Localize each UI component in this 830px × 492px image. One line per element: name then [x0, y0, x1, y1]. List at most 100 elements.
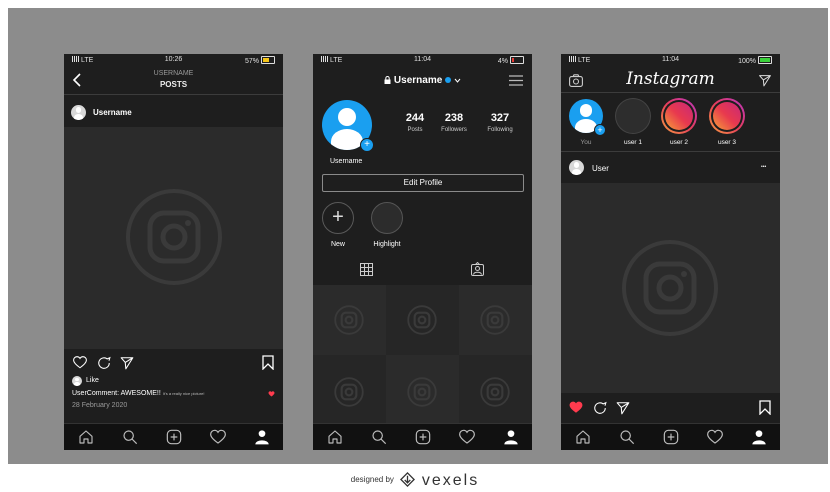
grid-view-icon[interactable] — [360, 263, 373, 276]
like-avatar — [72, 376, 82, 386]
divider — [64, 94, 283, 95]
divider — [561, 92, 780, 93]
instagram-placeholder-icon — [407, 305, 437, 335]
stat-followers-label: Followers — [441, 127, 467, 133]
story-user2-ring[interactable] — [661, 98, 697, 134]
instagram-placeholder-icon — [407, 377, 437, 407]
post-avatar[interactable] — [71, 105, 86, 120]
add-post-icon[interactable] — [166, 429, 182, 445]
likes-label[interactable]: Like — [86, 377, 99, 384]
battery-percent: 100% — [738, 58, 756, 65]
share-icon[interactable] — [616, 401, 630, 415]
post-username[interactable]: Username — [93, 108, 132, 117]
tagged-photos-icon[interactable] — [471, 262, 484, 276]
bookmark-icon[interactable] — [759, 400, 771, 415]
vexels-brand[interactable]: vexels — [422, 472, 479, 489]
post-username[interactable]: User — [592, 164, 609, 173]
story-label-user1: user 1 — [623, 139, 643, 146]
activity-heart-icon[interactable] — [459, 429, 475, 445]
direct-message-icon[interactable] — [758, 74, 772, 87]
bottom-tab-bar — [64, 423, 283, 450]
stat-following-label: Following — [487, 127, 513, 133]
status-bar: LTE 11:04 4% — [313, 54, 532, 65]
story-user1[interactable] — [616, 99, 650, 133]
chevron-down-icon — [454, 78, 461, 83]
highlight-new-label: New — [330, 241, 345, 248]
search-icon[interactable] — [619, 429, 635, 445]
verified-badge-icon — [445, 77, 452, 83]
story-label-you: You — [580, 139, 592, 146]
add-post-icon[interactable] — [663, 429, 679, 445]
comment-icon[interactable] — [97, 356, 111, 370]
comment-user[interactable]: User — [72, 390, 87, 397]
post-image[interactable] — [561, 183, 780, 393]
story-label-user3: user 3 — [717, 139, 737, 146]
profile-icon[interactable] — [751, 429, 767, 445]
activity-heart-icon[interactable] — [707, 429, 723, 445]
instagram-placeholder-icon — [334, 305, 364, 335]
instagram-placeholder-icon — [126, 189, 222, 285]
battery-icon — [261, 56, 275, 64]
comment-small: It's a really nice picture! — [162, 391, 205, 396]
story-user3-ring[interactable] — [709, 98, 745, 134]
footer-credit: designed by vexels — [0, 472, 830, 490]
more-options-icon[interactable]: ••• — [761, 164, 766, 170]
new-highlight-button[interactable]: + — [322, 202, 354, 234]
add-post-icon[interactable] — [415, 429, 431, 445]
divider — [561, 151, 780, 152]
home-icon[interactable] — [575, 429, 591, 445]
share-icon[interactable] — [120, 356, 134, 370]
header-title: POSTS — [159, 80, 188, 89]
instagram-placeholder-icon — [480, 377, 510, 407]
profile-icon[interactable] — [503, 429, 519, 445]
bookmark-icon[interactable] — [262, 355, 274, 370]
bottom-tab-bar — [561, 423, 780, 450]
bottom-tab-bar — [313, 423, 532, 450]
battery-icon — [510, 56, 524, 64]
battery-indicator: 100% — [738, 56, 772, 65]
battery-percent: 57% — [244, 58, 259, 65]
phone-feed-screen: LTE 11:04 100% Instagram + You user 1 us… — [561, 54, 780, 450]
highlight-label: Highlight — [373, 241, 401, 248]
like-heart-icon[interactable] — [73, 356, 87, 369]
profile-name: Username — [330, 158, 363, 165]
header-username: Username — [393, 75, 443, 86]
profile-header[interactable]: Username — [313, 75, 532, 86]
lock-icon — [384, 76, 391, 84]
search-icon[interactable] — [122, 429, 138, 445]
post-image[interactable] — [64, 127, 283, 349]
edit-profile-button[interactable]: Edit Profile — [322, 174, 524, 192]
comment-icon[interactable] — [593, 401, 607, 415]
profile-icon[interactable] — [254, 429, 270, 445]
home-icon[interactable] — [327, 429, 343, 445]
activity-heart-icon[interactable] — [210, 429, 226, 445]
stat-following-value[interactable]: 327 — [480, 112, 520, 124]
instagram-logo: Instagram — [626, 69, 715, 89]
home-icon[interactable] — [78, 429, 94, 445]
stat-followers-value[interactable]: 238 — [434, 112, 474, 124]
add-story-plus-icon[interactable]: + — [360, 138, 374, 152]
instagram-placeholder-icon — [334, 377, 364, 407]
vexels-logo-icon — [400, 472, 416, 487]
battery-indicator: 57% — [245, 56, 275, 65]
status-bar: LTE 10:26 57% — [64, 54, 283, 65]
menu-icon[interactable] — [509, 75, 523, 86]
phone-posts-screen: LTE 10:26 57% USERNAME POSTS Username Li… — [64, 54, 283, 450]
battery-icon — [758, 56, 772, 64]
liked-heart-icon[interactable] — [569, 401, 583, 414]
battery-indicator: 4% — [498, 56, 524, 65]
status-bar: LTE 11:04 100% — [561, 54, 780, 65]
add-story-plus-icon[interactable]: + — [594, 124, 606, 136]
stat-posts-value[interactable]: 244 — [395, 112, 435, 124]
designed-by-label: designed by — [350, 475, 394, 484]
story-label-user2: user 2 — [669, 139, 689, 146]
highlight-circle[interactable] — [371, 202, 403, 234]
post-date: 28 February 2020 — [72, 402, 128, 409]
post-avatar[interactable] — [569, 160, 584, 175]
comment-line: UserComment: AWESOME!! It's a really nic… — [72, 390, 204, 397]
comment-like-icon[interactable] — [268, 391, 275, 397]
search-icon[interactable] — [371, 429, 387, 445]
header-username: USERNAME — [153, 70, 194, 77]
stat-posts-label: Posts — [407, 127, 423, 133]
posts-grid — [313, 285, 532, 424]
